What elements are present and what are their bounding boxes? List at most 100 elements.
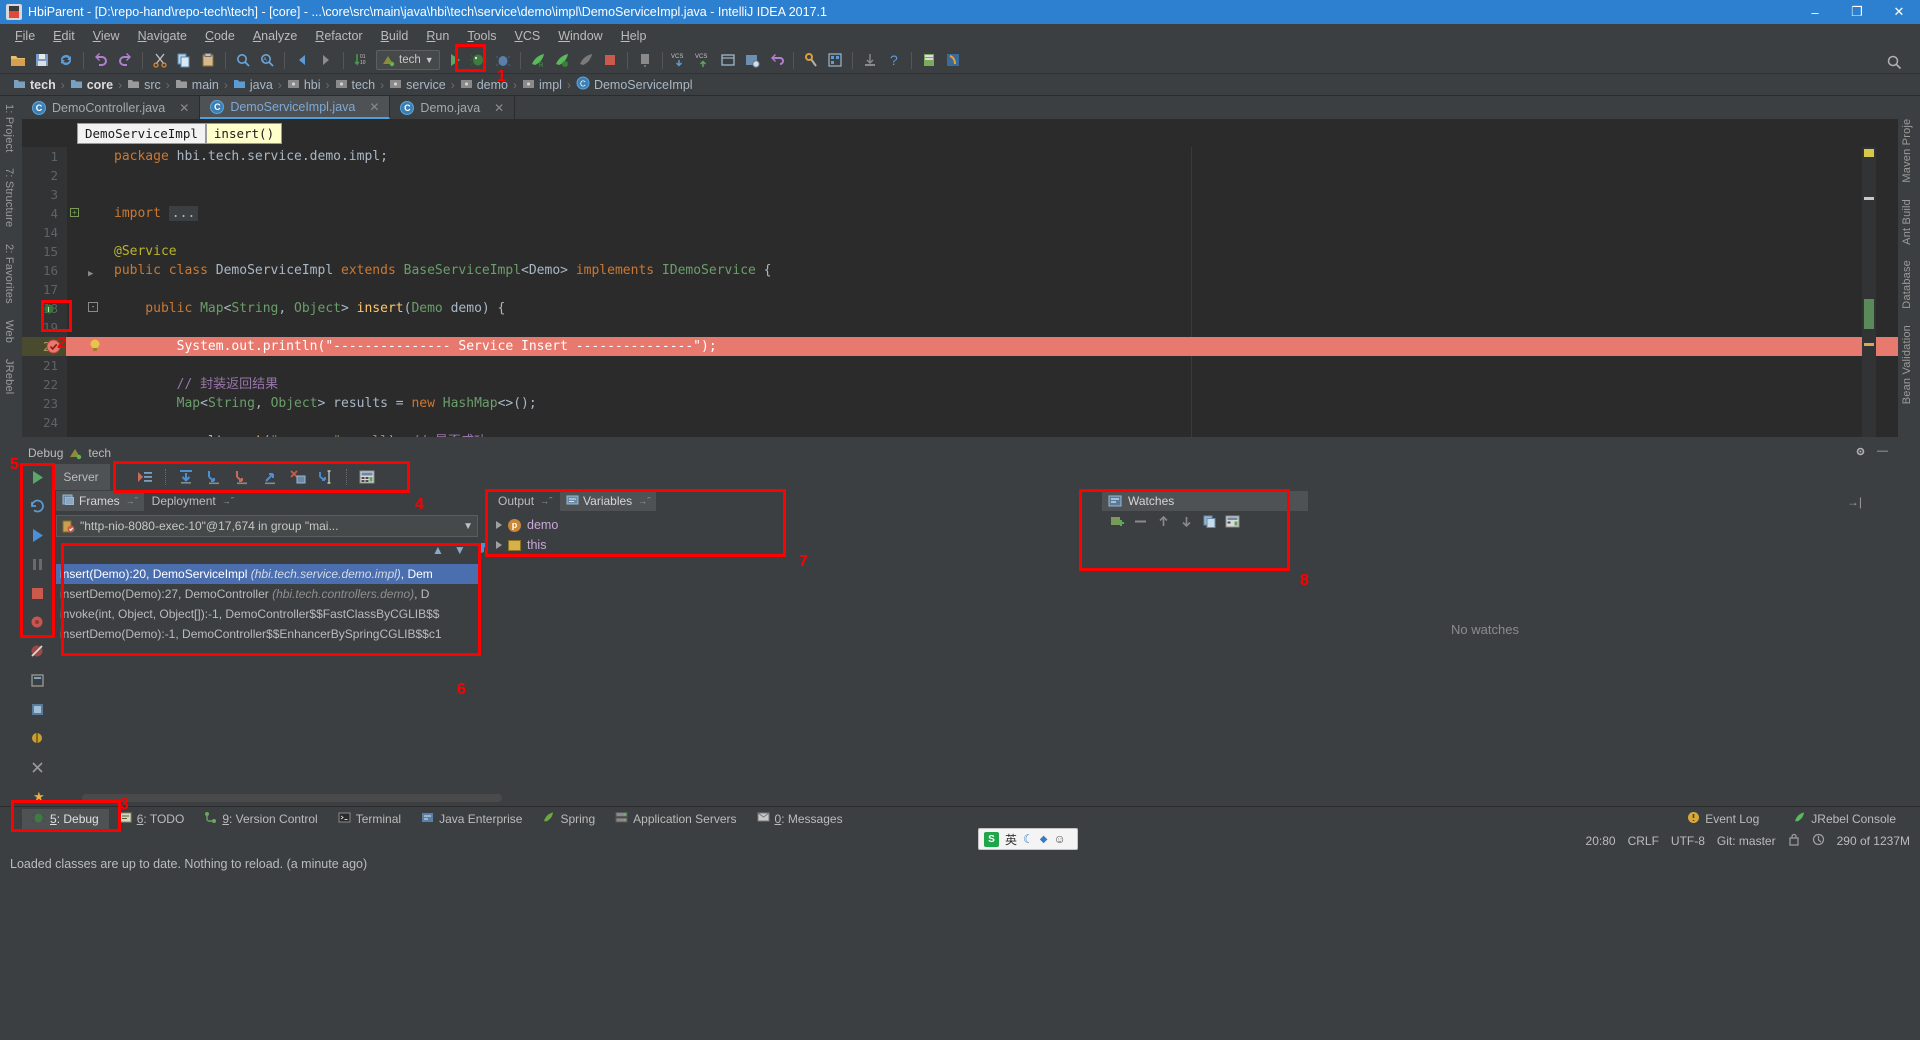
variables-list[interactable]: pdemothis (488, 515, 1096, 555)
panel-tab-deployment[interactable]: Deployment→˝ (146, 492, 240, 510)
menu-run[interactable]: Run (417, 26, 458, 46)
run-button[interactable] (444, 49, 466, 71)
update-app-icon[interactable] (634, 49, 656, 71)
tool-window-button-terminal[interactable]: Terminal (328, 809, 411, 829)
ime-smiley-icon[interactable]: ☺ (1053, 832, 1065, 846)
panel-tab-frames[interactable]: Frames→˝ (56, 491, 144, 511)
menu-code[interactable]: Code (196, 26, 244, 46)
code-line-20[interactable]: 20 System.out.println("--------------- S… (22, 337, 1898, 356)
breadcrumb-item-core[interactable]: core (65, 77, 118, 93)
menu-analyze[interactable]: Analyze (244, 26, 306, 46)
jrebel-panel-icon[interactable] (942, 49, 964, 71)
ime-language[interactable]: 英 (1005, 831, 1017, 848)
menu-window[interactable]: Window (549, 26, 611, 46)
help-icon[interactable]: ? (883, 49, 905, 71)
tool-strip-web[interactable]: Web (0, 312, 18, 351)
force-step-into-icon[interactable] (230, 466, 254, 488)
code-editor[interactable]: DemoServiceImpl insert() 1package hbi.te… (22, 119, 1898, 437)
editor-tab-democontroller[interactable]: CDemoController.java✕ (22, 96, 200, 119)
file-encoding[interactable]: UTF-8 (1671, 834, 1705, 848)
code-line-19[interactable]: 19 (22, 318, 1898, 337)
close-debug-icon[interactable] (27, 757, 47, 777)
code-line-2[interactable]: 2 (22, 166, 1898, 185)
code-line-25[interactable]: 25 results.put("success", null); // 是否成功 (22, 432, 1898, 437)
code-line-21[interactable]: 21 (22, 356, 1898, 375)
editor-tab-demo[interactable]: CDemo.java✕ (390, 96, 515, 119)
search-everywhere-icon[interactable] (1883, 51, 1905, 73)
resume-program-icon[interactable] (27, 525, 47, 545)
frame-up-icon[interactable]: ▲ (432, 543, 444, 557)
code-line-15[interactable]: 15@Service (22, 242, 1898, 261)
minimize-panel-icon[interactable]: — (1877, 445, 1888, 461)
breadcrumb-item-hbi[interactable]: hbi (282, 77, 326, 93)
mute-breakpoints-icon[interactable] (27, 641, 47, 661)
find-icon[interactable] (232, 49, 254, 71)
project-structure-icon[interactable] (824, 49, 846, 71)
gutter-marks[interactable] (66, 375, 108, 394)
tool-strip-jrebel[interactable]: JRebel (0, 351, 18, 402)
vcs-history-icon[interactable] (717, 49, 739, 71)
gutter-marks[interactable] (66, 166, 108, 185)
open-folder-icon[interactable] (7, 49, 29, 71)
gutter-marks[interactable] (66, 413, 108, 432)
vcs-commit-icon[interactable]: VCS (693, 49, 715, 71)
tool-window-button-jrebel-console[interactable]: JRebel Console (1783, 809, 1906, 829)
breadcrumb-method-chip[interactable]: insert() (206, 123, 282, 144)
save-all-icon[interactable] (31, 49, 53, 71)
jrebel-debug-icon[interactable] (551, 49, 573, 71)
back-icon[interactable] (291, 49, 313, 71)
replace-icon[interactable]: A (256, 49, 278, 71)
chevron-down-icon[interactable]: ▼ (425, 55, 434, 65)
step-into-icon[interactable] (202, 466, 226, 488)
tool-window-button-version-control[interactable]: 9: Version Control (194, 809, 327, 829)
tool-window-button-event-log[interactable]: Event Log (1677, 809, 1769, 829)
run-to-cursor-icon[interactable] (314, 466, 338, 488)
collapse-watches-icon[interactable]: →| (1847, 495, 1862, 509)
show-execution-point-icon[interactable] (133, 466, 157, 488)
stack-frame-item[interactable]: insertDemo(Demo):27, DemoController (hbi… (56, 584, 478, 604)
frame-down-icon[interactable]: ▼ (454, 543, 466, 557)
view-breakpoints-icon[interactable] (27, 612, 47, 632)
breadcrumb-item-src[interactable]: src (122, 77, 166, 93)
tool-strip-bean-validation[interactable]: Bean Validation (1898, 317, 1916, 412)
revert-icon[interactable] (765, 49, 787, 71)
editor-scroll-markers[interactable] (1862, 147, 1876, 437)
tool-strip--project[interactable]: 1: Project (0, 96, 18, 160)
jrebel-profile-icon[interactable] (575, 49, 597, 71)
code-line-1[interactable]: 1package hbi.tech.service.demo.impl; (22, 147, 1898, 166)
help-debug-icon[interactable]: ★ (27, 786, 47, 806)
cut-icon[interactable] (149, 49, 171, 71)
memory-indicator[interactable]: 290 of 1237M (1837, 834, 1910, 848)
gutter-marks[interactable] (66, 242, 108, 261)
close-tab-icon[interactable]: ✕ (179, 101, 189, 115)
code-line-17[interactable]: 17 (22, 280, 1898, 299)
stack-frame-item[interactable]: insert(Demo):20, DemoServiceImpl (hbi.te… (56, 564, 478, 584)
paste-icon[interactable] (197, 49, 219, 71)
tab-pin-icon[interactable]: →˝ (126, 496, 138, 506)
tool-window-button-application-servers[interactable]: Application Servers (605, 809, 746, 829)
drop-frame-icon[interactable] (286, 466, 310, 488)
panel-tab-variables[interactable]: Variables→˝ (560, 491, 656, 511)
database-icon[interactable] (918, 49, 940, 71)
code-line-3[interactable]: 3 (22, 185, 1898, 204)
tool-window-button-messages[interactable]: 0: Messages (747, 809, 853, 829)
forward-icon[interactable] (315, 49, 337, 71)
stack-frame-item[interactable]: invoke(int, Object, Object[]):-1, DemoCo… (56, 604, 478, 624)
variable-row[interactable]: pdemo (488, 515, 1096, 535)
jrebel-run-icon[interactable]: R (527, 49, 549, 71)
step-out-icon[interactable] (258, 466, 282, 488)
sort-icon[interactable]: 0110 (350, 49, 372, 71)
gutter-marks[interactable] (66, 147, 108, 166)
thread-selector[interactable]: "http-nio-8080-exec-10"@17,674 in group … (56, 515, 478, 537)
expand-triangle-icon[interactable] (496, 521, 502, 529)
tab-pin-icon[interactable]: →˝ (222, 496, 234, 506)
ime-moon-icon[interactable]: ☾ (1023, 832, 1034, 846)
frames-horizontal-scrollbar[interactable] (82, 794, 502, 802)
gutter-marks[interactable]: ▶ (66, 261, 108, 280)
move-watch-up-icon[interactable] (1156, 514, 1171, 534)
evaluate-watch-icon[interactable] (1225, 514, 1240, 534)
breadcrumb-item-java[interactable]: java (228, 77, 278, 93)
caret-position[interactable]: 20:80 (1586, 834, 1616, 848)
variable-row[interactable]: this (488, 535, 1096, 555)
menu-build[interactable]: Build (372, 26, 418, 46)
